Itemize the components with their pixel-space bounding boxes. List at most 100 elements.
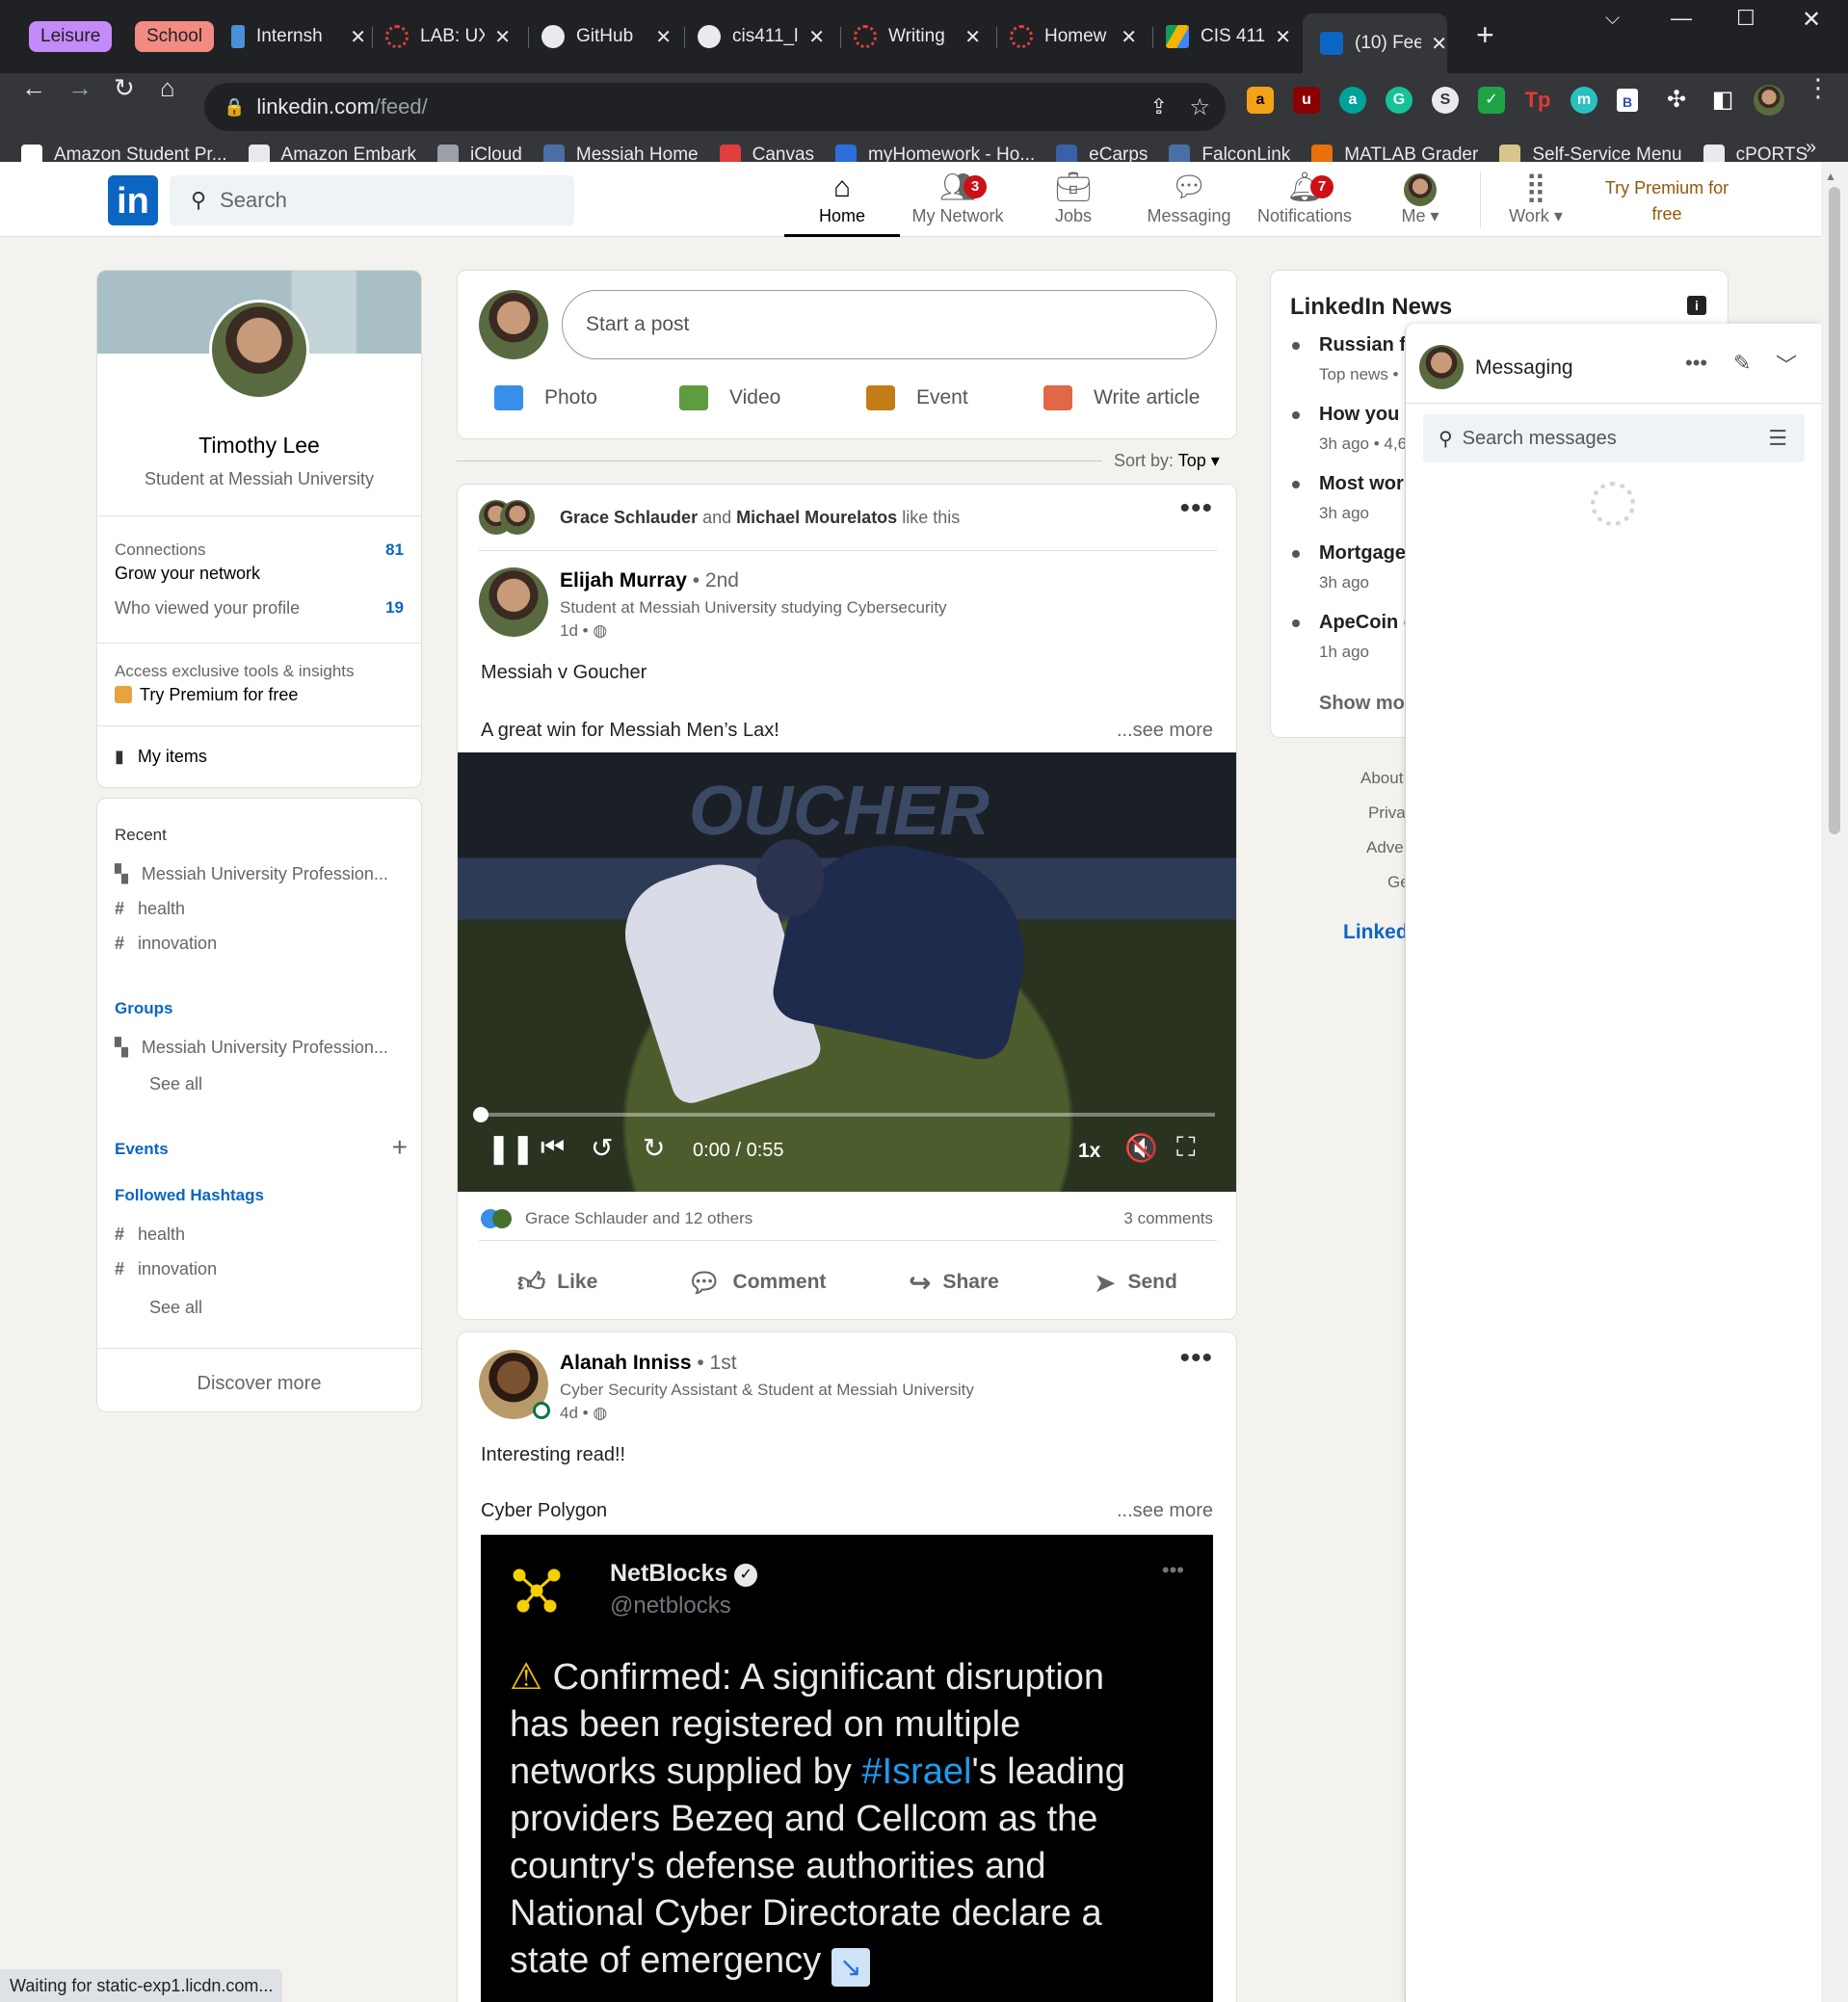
collapse-chevron-icon[interactable]: ﹀ <box>1776 349 1797 380</box>
playback-speed-button[interactable]: 1x <box>1078 1140 1100 1163</box>
bookmark-star-icon[interactable]: ☆ <box>1189 93 1210 121</box>
video-progress-track[interactable] <box>473 1107 1215 1122</box>
tab-lab-ux[interactable]: LAB: UX ✕ <box>385 15 511 58</box>
more-bookmarks-icon[interactable]: » <box>1806 137 1816 159</box>
messaging-title[interactable]: Messaging <box>1475 356 1573 380</box>
fullscreen-icon[interactable]: ⛶ <box>1176 1132 1196 1164</box>
footer-link-privacy[interactable]: Priva <box>1368 803 1406 823</box>
pause-icon[interactable]: ❚❚ <box>487 1132 535 1166</box>
address-bar[interactable]: 🔒 linkedin.com/feed/ ⇪ ☆ <box>204 83 1226 131</box>
comment-button[interactable]: 💬︎ Comment <box>687 1244 826 1319</box>
recent-item[interactable]: # innovation <box>115 934 217 954</box>
profile-avatar[interactable] <box>209 300 309 400</box>
close-window-icon[interactable]: ✕ <box>1802 6 1821 34</box>
close-tab-icon[interactable]: ✕ <box>350 25 366 49</box>
forward-10-icon[interactable]: ↻ <box>643 1132 665 1164</box>
close-tab-icon[interactable]: ✕ <box>494 25 511 49</box>
add-event-icon[interactable]: + <box>392 1132 408 1163</box>
rewind-10-icon[interactable]: ↺ <box>591 1132 613 1164</box>
comments-count[interactable]: 3 comments <box>1123 1209 1213 1228</box>
share-icon[interactable]: ⇪ <box>1150 94 1168 119</box>
see-more-link[interactable]: ...see more <box>1117 720 1213 742</box>
new-tab-icon[interactable]: + <box>1476 17 1494 53</box>
events-link[interactable]: Events <box>115 1140 169 1159</box>
hashtags-see-all[interactable]: See all <box>149 1298 202 1318</box>
tab-cis411-drive[interactable]: CIS 411 ✕ <box>1166 15 1291 58</box>
home-browser-icon[interactable]: ⌂ <box>160 73 175 103</box>
side-panel-icon[interactable]: ◧ <box>1709 87 1736 114</box>
forward-icon[interactable]: → <box>67 73 92 103</box>
extensions-puzzle-icon[interactable]: ✣ <box>1663 87 1690 114</box>
who-viewed-count[interactable]: 19 <box>385 598 404 618</box>
hashtag-item[interactable]: # health <box>115 1225 185 1245</box>
close-tab-icon[interactable]: ✕ <box>964 25 981 49</box>
news-headline[interactable]: How you <box>1319 404 1399 426</box>
skip-back-icon[interactable]: ⏮ <box>541 1132 565 1164</box>
try-premium-link[interactable]: Try Premium for free <box>1590 175 1744 227</box>
close-tab-icon[interactable]: ✕ <box>655 25 672 49</box>
who-viewed-label[interactable]: Who viewed your profile <box>115 598 300 619</box>
nav-messaging[interactable]: 💬︎ Messaging <box>1131 170 1247 237</box>
close-tab-icon[interactable]: ✕ <box>808 25 825 49</box>
close-tab-icon[interactable]: ✕ <box>1431 32 1447 56</box>
share-button[interactable]: ↪ Share <box>909 1244 999 1319</box>
news-headline[interactable]: Most wor <box>1319 473 1404 495</box>
tab-linkedin-active[interactable]: (10) Fee ✕ <box>1303 13 1447 73</box>
tab-search-icon[interactable]: ⌵ <box>1605 8 1620 30</box>
nav-home[interactable]: ⌂ Home <box>784 170 900 237</box>
post-menu-icon[interactable]: ••• <box>1179 1342 1213 1375</box>
tab-group-school[interactable]: School <box>135 21 215 52</box>
start-post-input[interactable]: Start a post <box>562 290 1217 359</box>
mute-icon[interactable]: 🔇 <box>1124 1132 1158 1164</box>
close-tab-icon[interactable]: ✕ <box>1275 25 1291 49</box>
mote-icon[interactable]: m <box>1571 87 1597 114</box>
scrollbar-thumb[interactable] <box>1829 187 1840 834</box>
composer-write-article-button[interactable]: Write article <box>1043 377 1200 419</box>
post-menu-icon[interactable]: ••• <box>1179 492 1213 525</box>
search-input[interactable]: ⚲ Search <box>170 175 574 225</box>
news-headline[interactable]: Mortgage <box>1319 542 1406 565</box>
compose-message-icon[interactable]: ✎ <box>1733 351 1751 376</box>
connections-label[interactable]: Connections <box>115 540 206 560</box>
author-line[interactable]: Alanah Inniss • 1st <box>560 1352 737 1375</box>
page-scrollbar[interactable]: ▲ <box>1821 162 1848 2002</box>
nav-notifications[interactable]: 🔔︎ Notifications 7 <box>1247 170 1362 237</box>
tp-icon[interactable]: Tp <box>1524 87 1551 114</box>
news-headline[interactable]: Russian fo <box>1319 334 1417 356</box>
extension-a-icon[interactable]: a <box>1339 87 1366 114</box>
grammarly-icon[interactable]: G <box>1386 87 1412 114</box>
like-button[interactable]: 👍︎ Like <box>517 1244 597 1319</box>
tab-github[interactable]: GitHub ✕ <box>541 15 672 58</box>
profile-name[interactable]: Timothy Lee <box>97 433 421 459</box>
tab-homework[interactable]: Homew ✕ <box>1010 15 1137 58</box>
nav-me[interactable]: Me ▾ <box>1362 170 1478 237</box>
author-line[interactable]: Elijah Murray • 2nd <box>560 569 739 593</box>
send-button[interactable]: ➤ Send <box>1094 1244 1177 1319</box>
my-items-link[interactable]: ▮ My items <box>115 747 207 767</box>
connections-count[interactable]: 81 <box>385 540 404 560</box>
close-tab-icon[interactable]: ✕ <box>1121 25 1137 49</box>
news-headline[interactable]: ApeCoin c <box>1319 612 1414 634</box>
followed-hashtags-link[interactable]: Followed Hashtags <box>115 1186 264 1205</box>
maximize-icon[interactable]: ☐ <box>1736 6 1756 31</box>
back-icon[interactable]: ← <box>21 73 46 103</box>
tab-cis411-github[interactable]: cis411_l ✕ <box>698 15 825 58</box>
recent-item[interactable]: ▚ Messiah University Profession... <box>115 864 388 884</box>
todo-icon[interactable]: ✓ <box>1478 87 1505 114</box>
reactions-count[interactable]: Grace Schlauder and 12 others <box>525 1209 752 1228</box>
info-icon[interactable]: i <box>1687 296 1706 315</box>
composer-photo-button[interactable]: Photo <box>494 377 597 419</box>
sort-by-control[interactable]: Sort by: Top ▾ <box>1114 451 1220 471</box>
footer-link-about[interactable]: About <box>1360 769 1403 788</box>
tab-writing[interactable]: Writing ✕ <box>854 15 981 58</box>
minimize-icon[interactable]: — <box>1671 6 1692 31</box>
video-player[interactable]: OUCHER ❚❚ ⏮ ↺ ↻ 0:00 / 0:55 1x 🔇 ⛶ <box>458 752 1236 1192</box>
discover-more-button[interactable]: Discover more <box>97 1373 421 1395</box>
composer-event-button[interactable]: Event <box>866 377 968 419</box>
search-messages-input[interactable]: ⚲ Search messages ☰ <box>1423 414 1805 462</box>
browser-menu-icon[interactable]: ⋮ <box>1806 73 1831 103</box>
browser-profile-avatar[interactable] <box>1754 85 1784 116</box>
messaging-more-icon[interactable]: ••• <box>1685 351 1707 376</box>
tweet-screenshot-image[interactable]: NetBlocks ✓ @netblocks ••• ⚠ Confirmed: … <box>481 1535 1213 2002</box>
ublock-icon[interactable]: u <box>1293 87 1320 114</box>
